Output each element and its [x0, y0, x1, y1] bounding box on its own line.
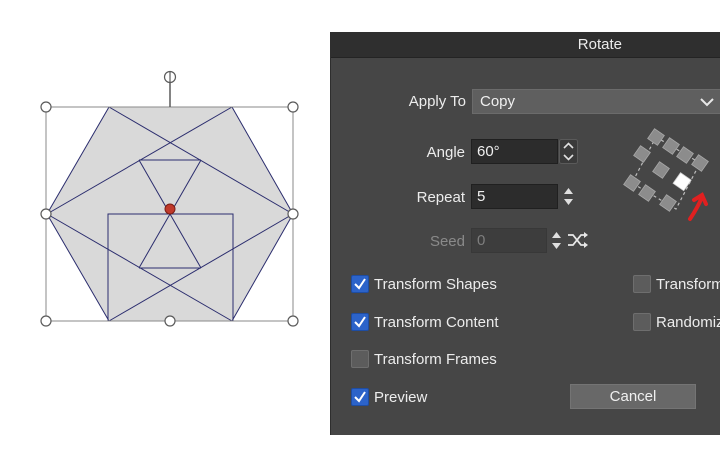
- angle-value: 60°: [477, 143, 500, 160]
- transform-frames-checkbox[interactable]: [351, 350, 369, 368]
- repeat-value: 5: [477, 188, 486, 205]
- rotate-dialog: Rotate Apply To Copy Angle 60° Repeat 5 …: [330, 32, 720, 435]
- transform-extra-label[interactable]: Transform: [656, 276, 720, 293]
- transform-frames-label[interactable]: Transform Frames: [374, 351, 497, 368]
- rotation-pattern-icon: [614, 127, 714, 241]
- apply-to-value: Copy: [480, 93, 516, 110]
- preview-label[interactable]: Preview: [374, 389, 427, 406]
- handle-top-right[interactable]: [287, 101, 299, 113]
- handle-bottom-right[interactable]: [287, 315, 299, 327]
- checkmark-icon: [354, 391, 366, 403]
- repeat-input[interactable]: 5: [471, 184, 558, 209]
- handle-bottom-mid[interactable]: [164, 315, 176, 327]
- chevron-down-icon: [700, 95, 714, 112]
- handle-mid-left[interactable]: [40, 208, 52, 220]
- stepper-arrows-icon: [552, 232, 561, 249]
- rotation-center-point[interactable]: [164, 203, 176, 215]
- randomize-label[interactable]: Randomiz: [656, 314, 720, 331]
- apply-to-label: Apply To: [408, 93, 466, 110]
- angle-stepper[interactable]: [559, 139, 578, 164]
- shuffle-icon[interactable]: [567, 232, 589, 252]
- red-arrow-icon: [688, 192, 708, 221]
- transform-extra-checkbox[interactable]: [633, 275, 651, 293]
- checkmark-icon: [354, 278, 366, 290]
- seed-value: 0: [477, 232, 486, 249]
- cancel-button-label: Cancel: [609, 388, 657, 405]
- randomize-checkbox[interactable]: [633, 313, 651, 331]
- document-canvas[interactable]: [0, 0, 330, 453]
- seed-stepper: [547, 228, 566, 253]
- handle-mid-right[interactable]: [287, 208, 299, 220]
- angle-input[interactable]: 60°: [471, 139, 558, 164]
- checkmark-icon: [354, 316, 366, 328]
- preview-checkbox[interactable]: [351, 388, 369, 406]
- handle-top-left[interactable]: [40, 101, 52, 113]
- dialog-title: Rotate: [577, 36, 622, 53]
- transform-shapes-label[interactable]: Transform Shapes: [374, 276, 497, 293]
- seed-label: Seed: [429, 233, 465, 250]
- stepper-arrows-icon: [564, 188, 573, 205]
- transform-content-checkbox[interactable]: [351, 313, 369, 331]
- cancel-button[interactable]: Cancel: [570, 384, 696, 409]
- handle-bottom-left[interactable]: [40, 315, 52, 327]
- seed-input: 0: [471, 228, 547, 253]
- repeat-label: Repeat: [416, 189, 465, 206]
- apply-to-select[interactable]: Copy: [472, 89, 720, 114]
- canvas-drawing: [40, 70, 299, 327]
- angle-label: Angle: [426, 144, 465, 161]
- stepper-arrows-icon: [559, 139, 578, 164]
- repeat-stepper[interactable]: [559, 184, 578, 209]
- transform-shapes-checkbox[interactable]: [351, 275, 369, 293]
- dialog-titlebar[interactable]: Rotate: [331, 32, 720, 58]
- transform-content-label[interactable]: Transform Content: [374, 314, 499, 331]
